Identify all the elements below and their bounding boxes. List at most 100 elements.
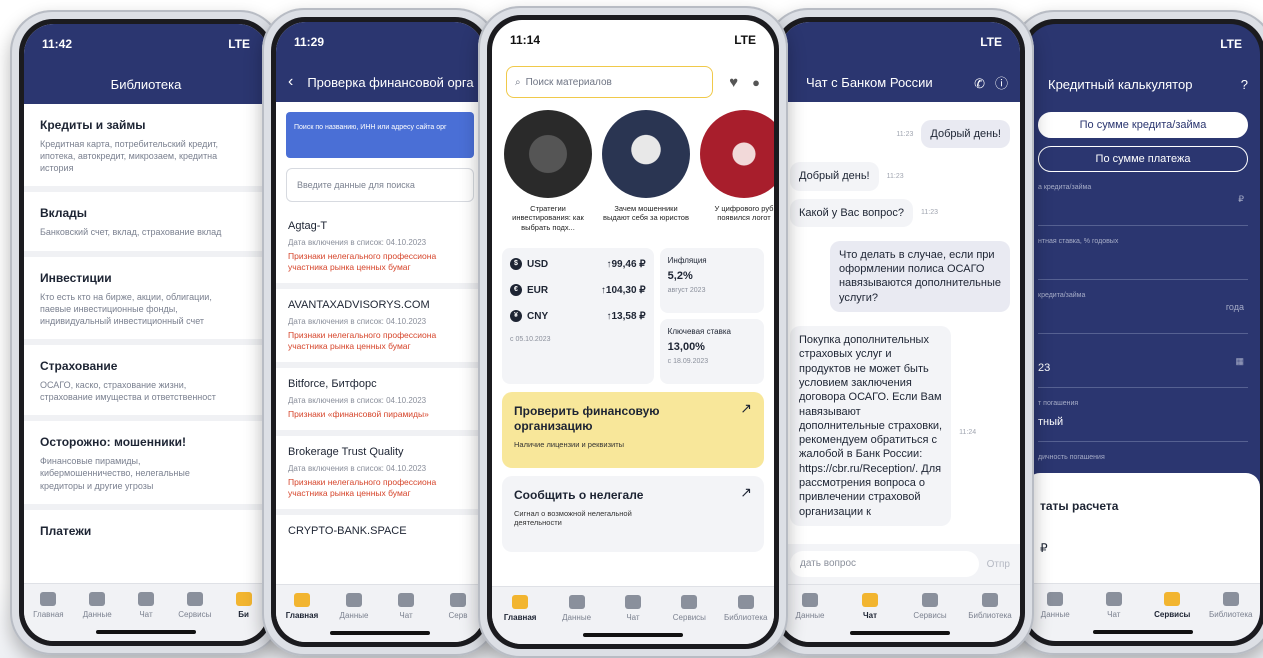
grid-icon [681,595,698,609]
library-item[interactable]: Инвестиции Кто есть кто на бирже, акции, … [24,257,268,345]
home-indicator [330,631,430,635]
tab-library[interactable]: Би [220,592,268,619]
send-button[interactable]: Отпр [987,559,1010,570]
grid-icon [450,593,466,607]
library-item[interactable]: Вклады Банковский счет, вклад, страховани… [24,192,268,257]
story-item[interactable]: Зачем мошенники выдают себя за юристов [602,110,690,232]
help-icon[interactable]: ? [1241,77,1248,92]
heart-icon[interactable]: ♥ [729,74,738,91]
story-image [700,110,774,198]
page-title: Кредитный калькулятор [1048,76,1193,92]
tab-services[interactable]: Сервисы [665,595,713,622]
tab-home[interactable]: Главная [278,593,326,620]
tab-data[interactable]: Данные [73,592,121,619]
tab-services[interactable]: Сервисы [906,593,954,620]
story-item[interactable]: У цифрового руб появился логот [700,110,774,232]
list-item[interactable]: Bitforce, Битфорс Дата включения в список… [276,368,484,437]
calendar-icon[interactable]: ▦ [1235,356,1244,367]
status-bar: LTE [1026,24,1260,64]
message: Покупка дополнительных страховых услуг и… [780,326,1020,526]
tab-library[interactable]: Библиотека [966,593,1014,620]
back-arrow-icon[interactable]: ‹ [288,73,293,91]
repayment-type-field[interactable]: т погашения тный [1038,388,1248,442]
grid-icon [186,592,203,606]
start-date-field[interactable]: 23 ▦ [1038,334,1248,388]
chart-icon [568,595,585,609]
arrow-up-right-icon: ↗ [740,484,752,501]
library-item[interactable]: Осторожно: мошенники! Финансовые пирамиды… [24,421,268,510]
chat-messages: 11:23 Добрый день! Добрый день! 11:23 Како… [780,102,1020,526]
chat-icon [862,593,878,607]
tab-chat[interactable]: Чат [609,595,657,622]
message: Какой у Вас вопрос? 11:23 [780,198,1020,227]
tab-data[interactable]: Данные [330,593,378,620]
inflation-card[interactable]: Инфляция 5,2% август 2023 [659,248,764,314]
message: 11:23 Добрый день! [780,120,1020,149]
tab-services[interactable]: Сервисы [171,592,219,619]
check-organization-banner[interactable]: ↗ Проверить финансовую организацию Налич… [502,392,764,469]
grid-icon [1164,592,1181,606]
profile-icon[interactable]: ● [752,75,760,90]
dollar-icon: $ [510,258,522,271]
tab-services[interactable]: Серв [434,593,482,620]
phone-check-organization: 11:29 ‹ Проверка финансовой орга Поиск п… [262,8,498,656]
results-value: ₽ [1040,541,1048,555]
home-icon [40,592,57,606]
home-indicator [96,630,196,634]
tab-chat[interactable]: Чат [846,593,894,620]
chart-icon [346,593,362,607]
home-indicator [1093,630,1193,634]
info-icon[interactable]: ⓘ [995,76,1008,91]
tab-home[interactable]: Главная [496,595,544,622]
status-time: 11:14 [510,33,541,47]
main-screen: 11:14 LTE ⌕ Поиск материалов ♥ ● Стратег… [492,20,774,644]
interest-rate-field[interactable]: нтная ставка, % годовых [1038,226,1248,280]
list-item[interactable]: Brokerage Trust Quality Дата включения в … [276,436,484,516]
home-icon [294,593,310,607]
tab-data[interactable]: Данные [1031,592,1079,619]
books-icon [1222,592,1239,606]
library-item[interactable]: Платежи [24,510,268,556]
message-input[interactable]: дать вопрос [790,551,979,577]
tab-data[interactable]: Данные [553,595,601,622]
status-bar: 11:29 [276,22,484,62]
library-item[interactable]: Страхование ОСАГО, каско, страхование жиз… [24,345,268,422]
report-illegal-banner[interactable]: ↗ Сообщить о нелегале Сигнал о возможной… [502,476,764,553]
search-icon: ⌕ [515,76,521,88]
search-input[interactable]: Введите данные для поиска [286,168,474,202]
currency-card[interactable]: $ USD ↑99,46 ₽ € EUR ↑104,30 ₽ ¥ CNY ↑13,58 ₽ … [502,248,654,385]
tab-data[interactable]: Данные [786,593,834,620]
tab-chat[interactable]: Чат [1090,592,1138,619]
mode-by-loan-amount[interactable]: По сумме кредита/займа [1038,112,1248,138]
loan-amount-field[interactable]: а кредита/займа ₽ [1038,172,1248,226]
phone-library: 11:42 LTE Библиотека Кредиты и займы Кред… [10,10,282,655]
list-item[interactable]: CRYPTO-BANK.SPACE [276,515,484,553]
tab-home[interactable]: Главная [24,592,72,619]
loan-term-field[interactable]: кредита/займа года [1038,280,1248,334]
yuan-icon: ¥ [510,310,522,323]
key-rate-card[interactable]: Ключевая ставка 13,00% с 18.09.2023 [659,319,764,385]
results-title: таты расчета [1040,499,1119,513]
tab-chat[interactable]: Чат [382,593,430,620]
tab-services[interactable]: Сервисы [1148,592,1196,619]
phone-icon[interactable]: ✆ [974,76,985,91]
books-icon [982,593,998,607]
page-title: Чат с Банком России [806,74,933,90]
library-item[interactable]: Кредиты и займы Кредитная карта, потребит… [24,104,268,193]
status-network: LTE [228,37,250,51]
page-title: Проверка финансовой орга [307,74,474,90]
story-image [602,110,690,198]
tab-library[interactable]: Библиотека [1207,592,1255,619]
story-item[interactable]: Стратегии инвестирования: как выбрать по… [504,110,592,232]
currency-row: $ USD ↑99,46 ₽ [510,258,646,271]
list-item[interactable]: AVANTAXADVISORYS.COM Дата включения в спи… [276,289,484,369]
phone-main: 11:14 LTE ⌕ Поиск материалов ♥ ● Стратег… [478,6,788,658]
currency-date: с 05.10.2023 [510,336,551,344]
tab-chat[interactable]: Чат [122,592,170,619]
list-item[interactable]: Agtag-T Дата включения в список: 04.10.20… [276,210,484,290]
search-input[interactable]: ⌕ Поиск материалов [506,66,714,98]
tab-library[interactable]: Библиотека [722,595,770,622]
mode-by-payment-amount[interactable]: По сумме платежа [1038,146,1248,172]
arrow-up-right-icon: ↗ [740,400,752,417]
org-list: Agtag-T Дата включения в список: 04.10.20… [276,210,484,553]
